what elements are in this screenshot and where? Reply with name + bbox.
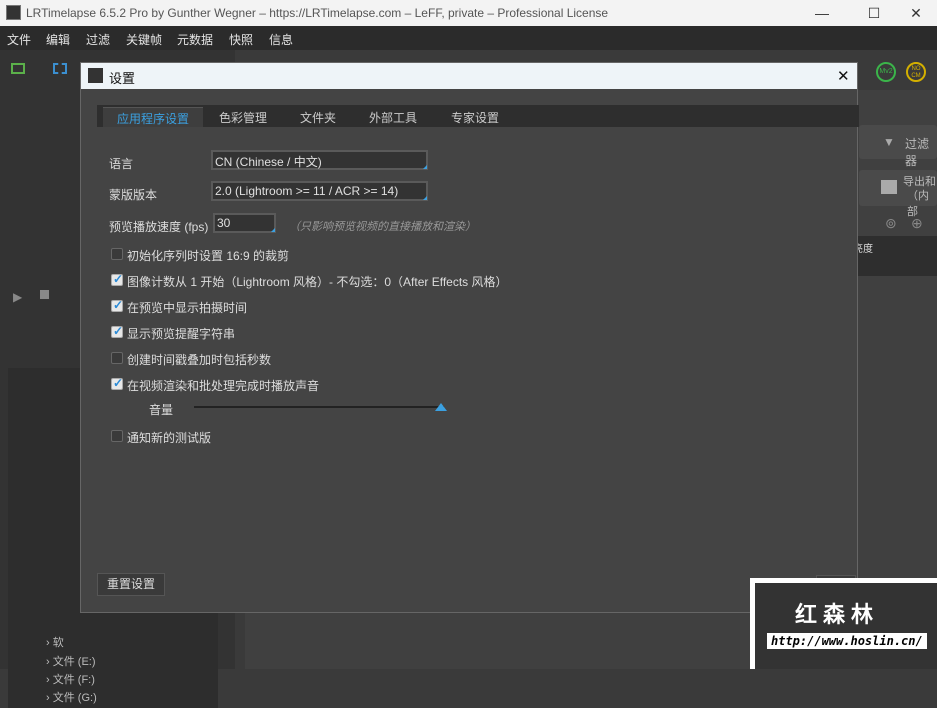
- tree-item[interactable]: › 软: [46, 634, 64, 650]
- tree-item[interactable]: › 文件 (G:): [46, 689, 97, 705]
- option-count-checkbox[interactable]: [111, 272, 123, 286]
- option-label: 图像计数从 1 开始（Lightroom 风格）- 不勾选：0（After Ef…: [127, 275, 508, 289]
- option-label: 显示预览提醒字符串: [127, 327, 236, 341]
- menu-snapshot[interactable]: 快照: [229, 31, 253, 48]
- stop-icon[interactable]: [40, 290, 49, 299]
- volume-label: 音量: [149, 403, 174, 417]
- option-sound-checkbox[interactable]: [111, 376, 123, 390]
- copy-icon[interactable]: ⊚: [885, 215, 897, 232]
- maximize-button[interactable]: ☐: [851, 0, 897, 26]
- tab-external-tools[interactable]: 外部工具: [369, 109, 417, 126]
- menu-file[interactable]: 文件: [7, 31, 31, 48]
- option-label: 初始化序列时设置 16:9 的裁剪: [127, 249, 290, 263]
- download-icon[interactable]: ⊕: [911, 215, 923, 232]
- filter-button[interactable]: ▼ 过滤器: [859, 125, 937, 168]
- export-button[interactable]: 导出和 （内部: [859, 170, 937, 218]
- tab-app-settings[interactable]: 应用程序设置: [103, 107, 204, 127]
- menu-filter[interactable]: 过滤: [86, 31, 110, 48]
- tab-folders[interactable]: 文件夹: [300, 109, 336, 126]
- volume-slider[interactable]: [194, 406, 444, 408]
- tab-bar: 应用程序设置 色彩管理 文件夹 外部工具 专家设置: [97, 105, 859, 127]
- beta-label: 通知新的测试版: [127, 431, 212, 445]
- option-crop-checkbox[interactable]: [111, 248, 123, 260]
- language-label: 语言: [109, 157, 134, 171]
- open-folder-icon[interactable]: [11, 63, 25, 74]
- fps-note: （只影响预览视频的直接播放和渲染）: [289, 221, 476, 233]
- dialog-close-button[interactable]: ✕: [837, 67, 850, 85]
- menu-keyframes[interactable]: 关键帧: [126, 31, 162, 48]
- window-title: LRTimelapse 6.5.2 Pro by Gunther Wegner …: [26, 6, 609, 20]
- title-bar: LRTimelapse 6.5.2 Pro by Gunther Wegner …: [0, 0, 937, 26]
- mask-version-label: 蒙版版本: [109, 188, 158, 202]
- tab-color-management[interactable]: 色彩管理: [219, 109, 267, 126]
- tree-item[interactable]: › 文件 (E:): [46, 653, 96, 669]
- fps-label: 预览播放速度 (fps): [109, 220, 209, 234]
- app-logo-icon: [88, 68, 103, 83]
- menu-edit[interactable]: 编辑: [46, 31, 70, 48]
- mask-version-select[interactable]: 2.0 (Lightroom >= 11 / ACR >= 14): [211, 181, 428, 201]
- close-window-button[interactable]: ✕: [893, 0, 937, 26]
- watermark: 红森林 http://www.hoslin.cn/: [750, 578, 937, 669]
- dialog-title-bar: 设置 ✕: [81, 63, 857, 89]
- mv2-badge[interactable]: Mv2: [876, 62, 896, 82]
- tree-item[interactable]: › 文件 (F:): [46, 671, 95, 687]
- export-icon: [881, 180, 897, 194]
- reset-settings-button[interactable]: 重置设置: [97, 573, 165, 596]
- nocm-badge[interactable]: NO CM: [906, 62, 926, 82]
- option-seconds-checkbox[interactable]: [111, 352, 123, 364]
- menu-info[interactable]: 信息: [269, 31, 293, 48]
- volume-slider-handle[interactable]: [435, 403, 447, 411]
- option-capture-time-checkbox[interactable]: [111, 298, 123, 312]
- tab-expert-settings[interactable]: 专家设置: [451, 109, 499, 126]
- minimize-button[interactable]: —: [799, 0, 845, 26]
- play-icon[interactable]: ▶: [13, 290, 22, 304]
- select-icon[interactable]: [53, 63, 67, 74]
- language-select[interactable]: CN (Chinese / 中文): [211, 150, 428, 170]
- option-label: 创建时间戳叠加时包括秒数: [127, 353, 272, 367]
- funnel-icon: ▼: [883, 135, 895, 149]
- option-label: 在预览中显示拍摄时间: [127, 301, 248, 315]
- menu-metadata[interactable]: 元数据: [177, 31, 213, 48]
- option-label: 在视频渲染和批处理完成时播放声音: [127, 379, 320, 393]
- dialog-title: 设置: [109, 71, 136, 86]
- table-header: 亮度: [845, 236, 937, 276]
- fps-input[interactable]: 30: [213, 213, 276, 233]
- option-reminder-checkbox[interactable]: [111, 324, 123, 338]
- menu-bar: 文件 编辑 过滤 关键帧 元数据 快照 信息: [0, 26, 937, 50]
- watermark-name: 红森林: [795, 602, 880, 627]
- watermark-url: http://www.hoslin.cn/: [767, 633, 927, 649]
- beta-checkbox[interactable]: [111, 430, 123, 442]
- settings-dialog: 设置 ✕ 应用程序设置 色彩管理 文件夹 外部工具 专家设置 语言 CN (Ch…: [80, 62, 859, 613]
- app-logo-icon: [6, 5, 21, 20]
